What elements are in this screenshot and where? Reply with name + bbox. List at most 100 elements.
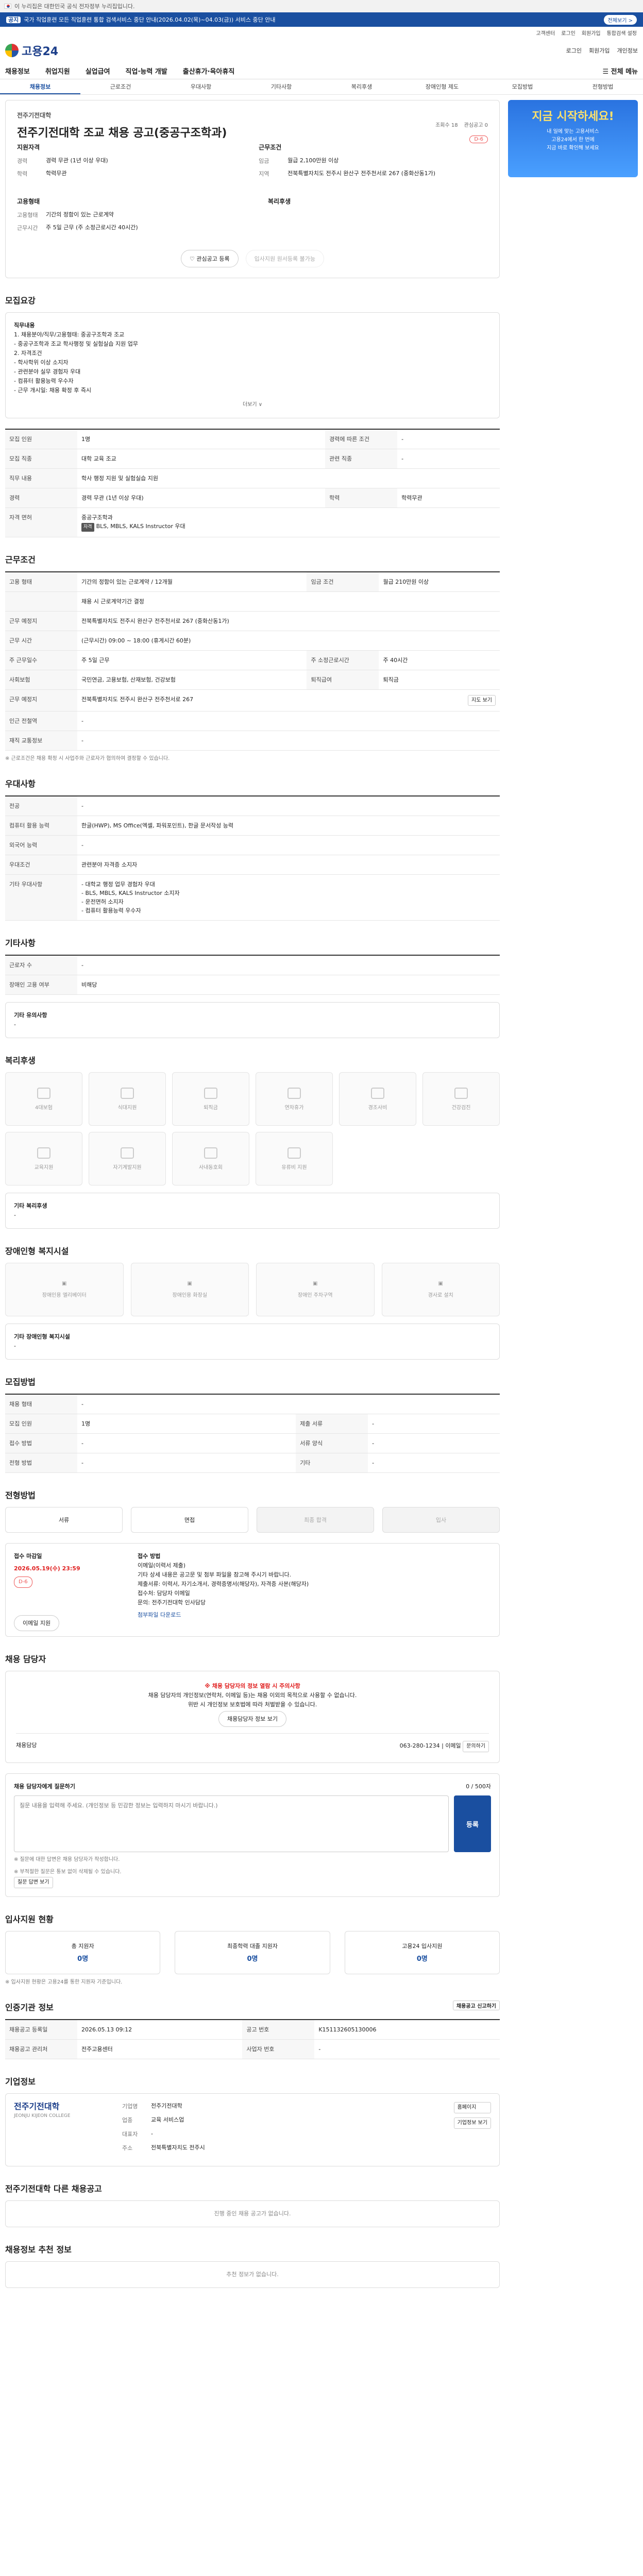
step-item: 입사 — [382, 1507, 500, 1533]
notice-all-button[interactable]: 전체보기 > — [603, 14, 637, 25]
benefit-icon — [204, 1087, 217, 1099]
scrap-button[interactable]: ♡ 관심공고 등록 — [181, 250, 239, 267]
ask-send-button[interactable]: 등록 — [454, 1795, 491, 1852]
benefit-item: 경조사비 — [339, 1072, 416, 1126]
benefit-item: 퇴직금 — [172, 1072, 249, 1126]
kv-row: 지역 전북특별자치도 전주시 완산구 전주천서로 267 (중화산동1가) — [259, 170, 435, 177]
company-info-button[interactable]: 기업정보 보기 — [453, 2117, 491, 2129]
table-row: 자격 면허 중공구조학과 자격 BLS, MBLS, KALS Instructor … — [5, 507, 500, 537]
gov-bar: 이 누리집은 대한민국 공식 전자정부 누리집입니다. — [0, 0, 643, 12]
scrap-count: 관심공고 0 — [464, 123, 488, 128]
tab-etc[interactable]: 기타사항 — [241, 79, 321, 94]
etc-table: 근로자 수- 장애인 고용 여부 비해당 — [5, 955, 500, 995]
step-item: 서류 — [5, 1507, 123, 1533]
disabled-item: ▣ 장애인용 화장실 — [130, 1263, 249, 1316]
util-link[interactable]: 회원가입 — [582, 29, 601, 37]
ask-box: 채용 담당자에게 질문하기0 / 500자 등록 ※ 질문에 대한 답변은 채용… — [5, 1773, 500, 1897]
phone-number: 063-280-1234 — [399, 1742, 440, 1749]
qa-view-button[interactable]: 질문 답변 보기 — [14, 1877, 53, 1888]
heart-icon: ♡ — [190, 256, 197, 262]
disabled-note-box: 기타 장애인형 복지시설 - — [5, 1324, 500, 1360]
source-heading: 인증기관 정보 채용공고 신고하기 — [5, 2001, 500, 2013]
period-box: 접수 마감일 2026.05.19(수) 23:59 D-6 이메일 지원 접수… — [5, 1543, 500, 1637]
contact-ask-button[interactable]: 문의하기 — [463, 1741, 489, 1752]
signup-link[interactable]: 회원가입 — [589, 46, 610, 55]
table-row: 모집 인원 1명 경력에 따른 조건 - — [5, 429, 500, 449]
notice-banner[interactable]: 공지 국가 직업훈련 모든 직업훈련 통합 검색서비스 중단 안내(2026.04… — [0, 12, 643, 27]
views-count: 조회수 18 — [435, 123, 458, 128]
ask-title: 채용 담당자에게 질문하기 — [14, 1783, 75, 1790]
ask-input[interactable] — [14, 1795, 449, 1852]
tab-process[interactable]: 전형방법 — [563, 79, 643, 94]
nav-item[interactable]: 채용정보 — [5, 66, 30, 76]
nav-item[interactable]: 실업급여 — [86, 66, 110, 76]
benefit-icon — [37, 1087, 50, 1099]
warn-text: ※ 채용 담당자의 정보 열람 시 주의사항 — [205, 1683, 300, 1689]
util-link[interactable]: 고객센터 — [536, 29, 555, 37]
source-table: 채용공고 등록일 2026.05.13 09:12 공고 번호 K1511326051… — [5, 2019, 500, 2059]
stat-card: 최종학력 대졸 지원자 0명 — [175, 1931, 330, 1974]
cond-section-heading: 근무조건 — [5, 555, 36, 565]
more-button[interactable]: 더보기 ∨ — [14, 400, 491, 410]
email-apply-button[interactable]: 이메일 지원 — [14, 1615, 60, 1631]
etc-heading: 기타사항 — [5, 938, 36, 948]
tab-conditions[interactable]: 근로조건 — [80, 79, 161, 94]
benefit-icon — [37, 1147, 50, 1159]
table-row: 고용 형태 기간의 정함이 있는 근로계약 / 12개월 임금 조건 월급 210만원… — [5, 572, 500, 592]
cond-note: ※ 근로조건은 채용 확정 시 사업주와 근로자가 협의하여 결정할 수 있습니… — [5, 756, 170, 761]
benefit-item: 자기계발지원 — [89, 1132, 166, 1185]
login-link[interactable]: 로그인 — [566, 46, 582, 55]
benefit-icon — [204, 1147, 217, 1159]
my-link[interactable]: 개인정보 — [617, 46, 638, 55]
method-heading: 모집방법 — [5, 1377, 36, 1387]
nav-item[interactable]: 직업·능력 개발 — [126, 66, 167, 76]
logo-text: 고용24 — [22, 45, 59, 58]
all-menu-button[interactable]: ☰ 전체 메뉴 — [602, 66, 638, 76]
period-label: 접수 마감일 — [14, 1553, 42, 1560]
method-table: 채용 형태 - 모집 인원 1명 제출 서류 - 접수 방법 - 서류 양식 - 전형 방법 -… — [5, 1394, 500, 1473]
recruit-line: - 중공구조학과 조교 학사행정 및 실험실습 지원 업무 — [14, 341, 138, 347]
table-row: 전형 방법 - 기타 - — [5, 1453, 500, 1473]
benefit-icon — [454, 1087, 468, 1099]
table-row: 근로자 수- — [5, 955, 500, 975]
table-row: 근무 예정지 전북특별자치도 전주시 완산구 전주천서로 267 (중화산동1가) — [5, 611, 500, 631]
recommend-heading: 채용정보 추천 정보 — [5, 2245, 72, 2255]
side-banner[interactable]: 지금 시작하세요! 내 일에 맞는 고용서비스 고용24에서 한 번에 지금 바… — [508, 100, 638, 177]
tab-preference[interactable]: 우대사항 — [161, 79, 241, 94]
recruit-line: - 컴퓨터 활용능력 우수자 — [14, 378, 74, 384]
table-row: 채용공고 관리처 전주고용센터 사업자 번호 - — [5, 2039, 500, 2059]
company-name[interactable]: 전주기전대학 — [17, 111, 488, 120]
benefit-grid: 4대보험 식대지원 퇴직금 연차휴가 경조사비 건강검진 교육지원 자기계발지원… — [5, 1072, 500, 1185]
logo[interactable]: 고용24 — [5, 42, 58, 59]
all-menu-label: 전체 메뉴 — [611, 68, 638, 76]
char-count: 0 / 500자 — [466, 1783, 491, 1790]
tab-disabled[interactable]: 장애인형 제도 — [402, 79, 482, 94]
nav-item[interactable]: 취업지원 — [45, 66, 70, 76]
disabled-item: ▣ 장애인 주차구역 — [256, 1263, 375, 1316]
map-button[interactable]: 지도 보기 — [468, 695, 496, 706]
job-summary-card: 전주기전대학 전주기전대학 조교 채용 공고(중공구조학과) 조회수 18 관심… — [5, 100, 500, 278]
util-link[interactable]: 통합검색 설정 — [607, 29, 637, 37]
tab-recruit[interactable]: 채용정보 — [0, 79, 80, 94]
restroom-icon: ▣ — [187, 1281, 192, 1286]
table-row: 인근 전철역 - — [5, 711, 500, 731]
table-row: 채용 형태 - — [5, 1394, 500, 1414]
util-link[interactable]: 로그인 — [561, 29, 576, 37]
tab-method[interactable]: 모집방법 — [482, 79, 563, 94]
apply-button[interactable]: 입사지원 원서등록 불가능 — [245, 250, 324, 267]
tab-benefits[interactable]: 복리후생 — [321, 79, 402, 94]
attachment-link[interactable]: 첨부파일 다운로드 — [138, 1611, 491, 1620]
report-button[interactable]: 채용공고 신고하기 — [452, 2001, 500, 2010]
table-row: 접수 방법 - 서류 양식 - — [5, 1433, 500, 1453]
logo-icon — [5, 44, 19, 57]
recruit-line: 1. 채용분야/직무/고용형태: 중공구조학과 조교 — [14, 331, 125, 338]
gov-bar-text: 이 누리집은 대한민국 공식 전자정부 누리집입니다. — [14, 3, 135, 10]
benefit-icon — [287, 1087, 301, 1099]
nav-item[interactable]: 출산휴가·육아휴직 — [183, 66, 235, 76]
notice-text[interactable]: 국가 직업훈련 모든 직업훈련 통합 검색서비스 중단 안내(2026.04.0… — [24, 16, 275, 23]
homepage-button[interactable]: 홈페이지 — [453, 2102, 491, 2113]
view-contact-button[interactable]: 채용담당자 정보 보기 — [218, 1711, 287, 1727]
benefit-icon — [121, 1087, 134, 1099]
process-heading: 전형방법 — [5, 1490, 36, 1500]
benefit-item: 사내동호회 — [172, 1132, 249, 1185]
